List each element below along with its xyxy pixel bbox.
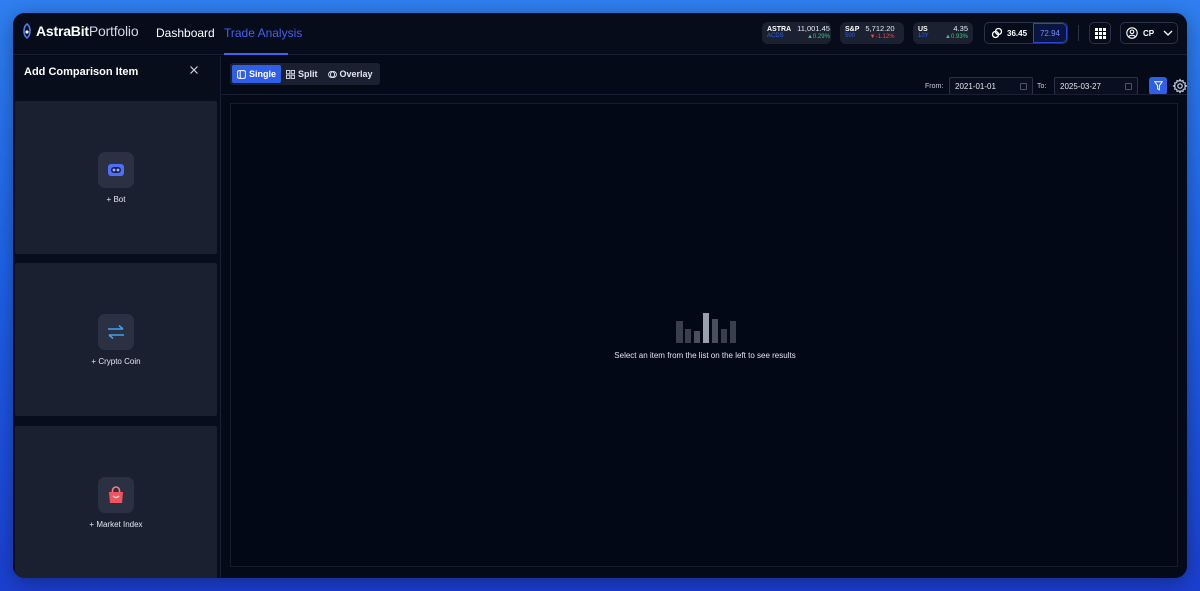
calendar-icon [1020, 83, 1027, 90]
from-date-input[interactable]: 2021-01-01 [949, 77, 1033, 95]
bot-icon [98, 151, 134, 188]
from-label: From: [925, 83, 944, 90]
toolbar-divider [1078, 25, 1079, 41]
calendar-icon [1125, 83, 1132, 90]
ticker-astra[interactable]: ASTRA ACDS 11,001.45 ▲0.29% [762, 22, 831, 44]
ticker-change: ▲0.29% [806, 34, 830, 40]
user-avatar-icon [1126, 27, 1138, 39]
ticker-change: ▼-1.12% [869, 34, 895, 40]
user-menu-button[interactable]: CP [1120, 22, 1178, 44]
to-label: To: [1037, 83, 1047, 90]
gas-value-primary: 36.45 [1007, 28, 1028, 38]
ticker-sub: ACDS [767, 33, 784, 39]
mode-split-button[interactable]: Split [281, 65, 323, 83]
card-label: + Market Index [89, 519, 143, 529]
mode-label: Single [249, 69, 277, 79]
mode-label: Overlay [339, 69, 373, 79]
ticker-sp500[interactable]: S&P 500 5,712.20 ▼-1.12% [840, 22, 904, 44]
results-panel: Select an item from the list on the left… [230, 103, 1178, 567]
gas-value-secondary: 72.94 [1039, 28, 1061, 38]
view-mode-switch: Single Split Overlay [230, 63, 380, 85]
toolbar-divider [222, 94, 1187, 95]
ticker-sub: 500 [845, 33, 856, 39]
chevron-down-icon [1163, 30, 1173, 36]
filter-button[interactable] [1149, 77, 1167, 95]
settings-gear-icon[interactable] [1172, 78, 1187, 94]
user-initials: CP [1143, 28, 1155, 38]
analysis-main: Single Split Overlay From: 2021-01-01 To… [222, 56, 1187, 578]
to-date-input[interactable]: 2025-03-27 [1054, 77, 1138, 95]
active-nav-indicator [224, 53, 288, 55]
ticker-us10y[interactable]: US 10Y 4.35 ▲0.93% [913, 22, 973, 44]
mode-single-button[interactable]: Single [232, 65, 282, 83]
comparison-sidebar: Add Comparison Item + Bot + Crypto Coin … [13, 56, 221, 578]
empty-state-message: Select an item from the list on the left… [614, 351, 796, 360]
gas-widget[interactable]: 36.45 72.94 [984, 22, 1068, 44]
shopping-bag-icon [98, 476, 134, 513]
logo-icon [23, 23, 31, 39]
ticker-symbol: S&P [845, 26, 860, 33]
link-icon [991, 27, 1003, 39]
from-date-value: 2021-01-01 [955, 81, 996, 91]
single-view-icon [237, 69, 246, 79]
app-window: AstraBitPortfolio Dashboard Trade Analys… [13, 13, 1187, 578]
add-market-index-card[interactable]: + Market Index [15, 426, 217, 578]
ticker-symbol: US [918, 26, 928, 33]
sidebar-title: Add Comparison Item [24, 66, 139, 78]
ticker-price: 5,712.20 [865, 24, 895, 33]
ticker-sub: 10Y [918, 33, 929, 39]
card-label: + Crypto Coin [91, 356, 141, 366]
ticker-price: 4.35 [953, 24, 968, 33]
ticker-change: ▲0.93% [945, 34, 968, 40]
bar-chart-placeholder-icon [676, 313, 736, 343]
filter-icon [1153, 81, 1163, 91]
apps-grid-button[interactable] [1089, 22, 1111, 44]
top-bar: AstraBitPortfolio Dashboard Trade Analys… [13, 13, 1187, 55]
split-view-icon [286, 69, 295, 79]
add-crypto-coin-card[interactable]: + Crypto Coin [15, 263, 217, 416]
ticker-symbol: ASTRA [767, 26, 792, 33]
grid-icon [1094, 27, 1106, 39]
nav-trade-analysis[interactable]: Trade Analysis [224, 26, 302, 40]
card-label: + Bot [106, 194, 126, 204]
logo-text: AstraBitPortfolio [36, 23, 139, 39]
mode-overlay-button[interactable]: Overlay [323, 65, 378, 83]
swap-arrows-icon [98, 313, 134, 350]
close-icon[interactable] [189, 65, 199, 75]
to-date-value: 2025-03-27 [1060, 81, 1101, 91]
overlay-view-icon [327, 70, 337, 78]
nav-dashboard[interactable]: Dashboard [156, 26, 215, 40]
app-logo[interactable]: AstraBitPortfolio [21, 23, 139, 39]
ticker-price: 11,001.45 [797, 24, 830, 33]
add-bot-card[interactable]: + Bot [15, 101, 217, 254]
mode-label: Split [298, 69, 318, 79]
